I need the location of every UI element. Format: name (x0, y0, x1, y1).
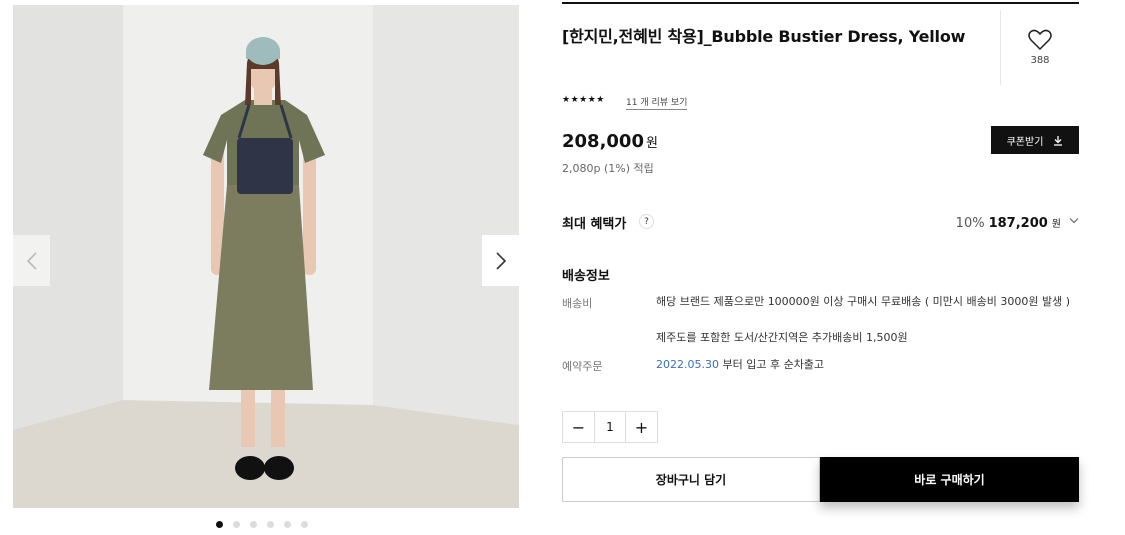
preorder-label: 예약주문 (562, 360, 603, 373)
reward-points: 2,080p (1%) 적립 (562, 162, 654, 175)
shipping-fee-text: 해당 브랜드 제품으로만 100000원 이상 구매시 무료배송 ( 미만시 배… (656, 295, 1071, 308)
coupon-button[interactable]: 쿠폰받기 (991, 126, 1079, 154)
help-icon[interactable]: ? (639, 214, 654, 229)
wishlist-count: 388 (1030, 55, 1050, 66)
download-icon (1054, 135, 1063, 146)
quantity-stepper: − 1 + (562, 411, 658, 443)
gallery-next-button[interactable] (482, 235, 519, 286)
gallery-dot[interactable] (233, 521, 240, 528)
price-unit: 원 (645, 136, 658, 151)
benefit-amount: 187,200 (988, 216, 1048, 231)
preorder-note: 부터 입고 후 순차출고 (718, 358, 825, 371)
buy-now-button[interactable]: 바로 구매하기 (820, 457, 1079, 502)
price-value: 208,000 (562, 131, 644, 152)
preorder-date: 2022.05.30 (656, 358, 719, 371)
benefit-unit: 원 (1051, 219, 1061, 230)
price: 208,000 원 (562, 131, 658, 152)
quantity-increase-button[interactable]: + (626, 412, 657, 442)
max-benefit-label: 최대 혜택가 (562, 217, 627, 232)
coupon-button-label: 쿠폰받기 (1006, 136, 1044, 148)
product-info: [한지민,전혜빈 착용]_Bubble Bustier Dress, Yello… (562, 0, 1079, 535)
chevron-left-icon (26, 251, 37, 270)
add-to-cart-button[interactable]: 장바구니 담기 (562, 457, 820, 502)
shipping-extra-text: 제주도를 포함한 도서/산간지역은 추가배송비 1,500원 (656, 331, 908, 344)
benefit-percent: 10% (955, 216, 985, 231)
review-link[interactable]: 11 개 리뷰 보기 (626, 95, 688, 110)
divider (562, 2, 1079, 4)
gallery-dot[interactable] (250, 521, 257, 528)
chevron-down-icon[interactable] (1069, 217, 1079, 225)
max-benefit-price[interactable]: 10% 187,200 원 (956, 215, 1061, 231)
gallery-prev-button[interactable] (13, 235, 50, 286)
product-gallery (13, 5, 519, 508)
gallery-dot[interactable] (301, 521, 308, 528)
heart-icon (1028, 29, 1052, 51)
quantity-value[interactable]: 1 (594, 412, 626, 442)
shipping-title: 배송정보 (562, 269, 610, 284)
product-photo (13, 5, 519, 508)
preorder-text: 2022.05.30 부터 입고 후 순차출고 (656, 356, 1076, 374)
gallery-dot[interactable] (216, 521, 223, 528)
gallery-pagination (216, 521, 308, 528)
quantity-decrease-button[interactable]: − (563, 412, 594, 442)
gallery-dot[interactable] (284, 521, 291, 528)
rating-stars: ★★★★★ (562, 95, 605, 105)
gallery-dot[interactable] (267, 521, 274, 528)
product-title: [한지민,전혜빈 착용]_Bubble Bustier Dress, Yello… (562, 27, 966, 46)
shipping-fee-label: 배송비 (562, 297, 593, 310)
wishlist-button[interactable]: 388 (1000, 10, 1079, 85)
chevron-right-icon (495, 251, 506, 270)
